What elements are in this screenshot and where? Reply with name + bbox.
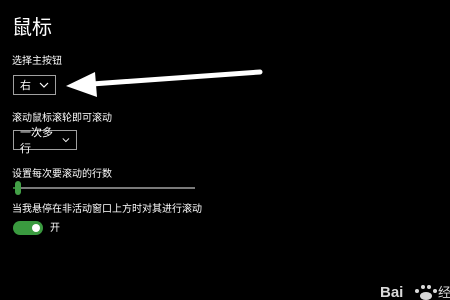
baidu-watermark-logo: Bai 经 (380, 284, 450, 300)
lines-to-scroll-label: 设置每次要滚动的行数 (12, 169, 112, 180)
primary-button-dropdown[interactable]: 右 (13, 75, 56, 95)
chevron-down-icon (39, 82, 49, 88)
wheel-scroll-value: 一次多行 (20, 126, 53, 155)
page-title: 鼠标 (12, 15, 52, 39)
inactive-scroll-toggle[interactable] (13, 221, 43, 235)
wheel-scroll-dropdown[interactable]: 一次多行 (13, 126, 77, 155)
svg-text:Bai: Bai (380, 284, 403, 300)
inactive-scroll-state: 开 (50, 223, 60, 234)
primary-button-value: 右 (20, 79, 31, 92)
toggle-knob (32, 224, 40, 232)
arrow-left-icon (66, 69, 263, 97)
svg-text:经: 经 (438, 285, 450, 300)
primary-button-label: 选择主按钮 (12, 56, 62, 67)
lines-to-scroll-slider-thumb[interactable] (15, 181, 22, 195)
lines-to-scroll-slider-track[interactable] (13, 187, 195, 189)
chevron-down-icon (62, 138, 70, 143)
inactive-scroll-label: 当我悬停在非活动窗口上方时对其进行滚动 (12, 204, 202, 215)
